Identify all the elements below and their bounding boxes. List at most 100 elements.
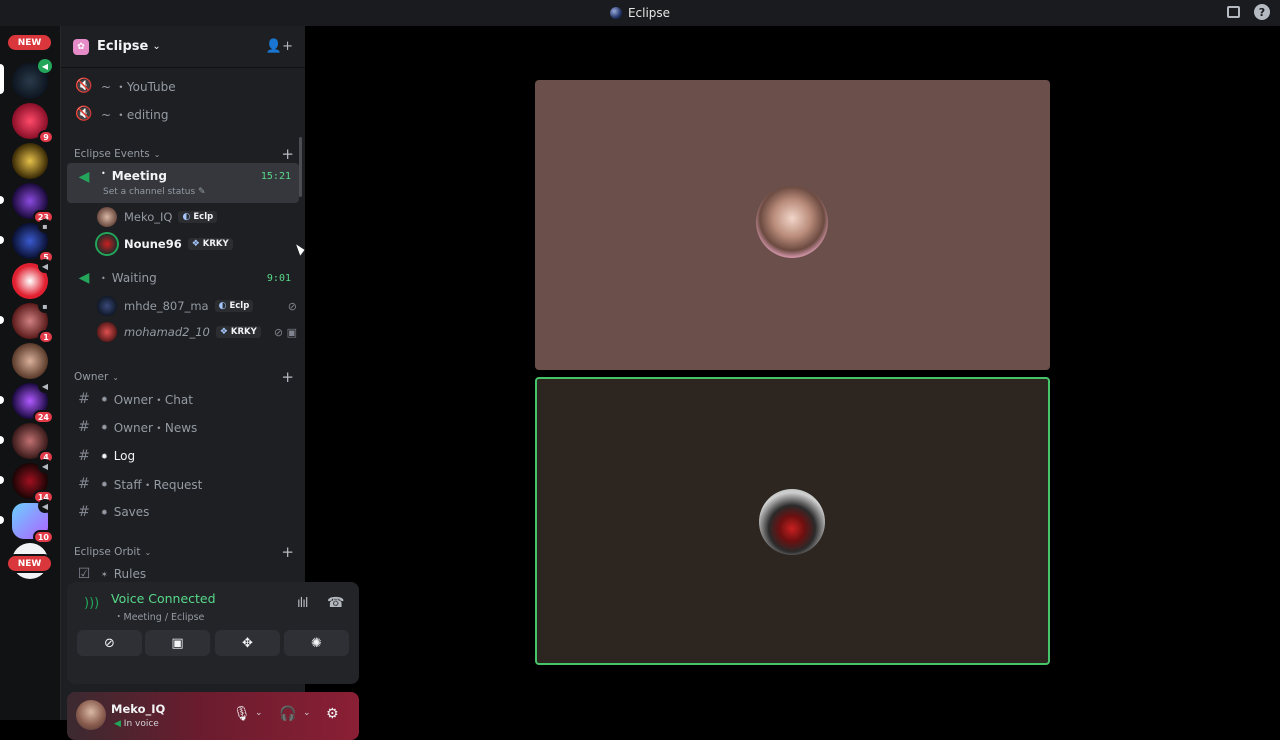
server-item[interactable]: ◀ 24 [12, 379, 54, 424]
category-eclipse-events[interactable]: Eclipse Events ⌄ + [74, 145, 294, 163]
channel-sidebar: ✿ Eclipse ⌄ 👤+ 🔇 ~ ・YouTube 🔇 ~ ・editing… [60, 26, 359, 740]
channel-timer: 15:21 [260, 171, 291, 182]
voice-status-channel[interactable]: ・Meeting / Eclipse [114, 609, 204, 623]
participant-avatar [759, 489, 825, 555]
server-rail: NEW ◀ 9 23 ▪ 5 ◀ ▪ 1 ◀ 24 4 ◀ 14 ◀ 10 NEW [0, 26, 60, 720]
mention-badge: 24 [32, 410, 54, 424]
window-title: Eclipse [609, 6, 671, 20]
mic-muted-icon: ⊘ [287, 299, 297, 313]
voice-channel-icon: ◀ [78, 270, 90, 286]
rules-channel-icon: ☑ [77, 566, 91, 582]
category-label: Eclipse Orbit [74, 546, 141, 558]
channel-status-prompt[interactable]: Set a channel status ✎ [103, 187, 206, 197]
chat-icon: ▪ [38, 219, 52, 233]
mention-badge: 10 [32, 530, 54, 544]
channel-label: Staff・Request [113, 477, 203, 492]
chevron-down-icon: ⌄ [152, 41, 161, 52]
guild-header[interactable]: ✿ Eclipse ⌄ 👤+ [61, 26, 305, 68]
connection-signal-icon[interactable]: ))) [84, 596, 99, 611]
voice-member[interactable]: mohamad2_10 ❖ KRKY ⊘ ▣ [97, 320, 297, 344]
server-item[interactable]: ◀ 14 [12, 459, 54, 504]
channel-timer: 9:01 [266, 272, 291, 284]
activities-button[interactable]: ✥ [215, 630, 280, 656]
mention-badge: 9 [38, 130, 54, 144]
new-unreads-pill-top[interactable]: NEW [6, 33, 53, 52]
screen-share-button[interactable]: ▣ [145, 630, 210, 656]
sidebar-scrollbar[interactable] [299, 137, 302, 197]
server-item[interactable] [12, 343, 48, 379]
voice-member[interactable]: Meko_IQ ◐ Eclp [97, 205, 297, 229]
channel-staff-request[interactable]: # ✹ Staff・Request [67, 471, 299, 497]
server-item[interactable]: 23 [12, 183, 54, 224]
sparkle-icon: ✶ [101, 569, 108, 579]
channel-label: Saves [113, 505, 150, 519]
voice-connected-panel: ))) Voice Connected ・Meeting / Eclipse ı… [67, 582, 359, 684]
channel-label: Meeting [111, 169, 167, 183]
guild-name: Eclipse [97, 39, 149, 54]
create-channel-icon[interactable]: + [281, 543, 294, 561]
channel-youtube[interactable]: 🔇 ~ ・YouTube [67, 73, 299, 99]
avatar [97, 296, 117, 316]
channel-owner-news[interactable]: # ✹ Owner・News [67, 414, 299, 440]
channel-owner-chat[interactable]: # ✹ Owner・Chat [67, 386, 299, 412]
new-unreads-pill-bottom[interactable]: NEW [6, 554, 53, 573]
channel-label: Waiting [111, 271, 157, 285]
avatar [97, 234, 117, 254]
sparkle-icon: ✹ [101, 394, 108, 404]
server-eclipse[interactable]: ◀ [12, 59, 52, 99]
window-titlebar: Eclipse ? [0, 0, 1280, 26]
voice-status-title[interactable]: Voice Connected [111, 591, 216, 606]
channel-meeting[interactable]: ◀ • Meeting 15:21 Set a channel status ✎ [67, 163, 299, 203]
user-avatar[interactable] [76, 700, 106, 730]
video-tile-meko[interactable] [535, 80, 1050, 370]
sparkle-icon: ✹ [101, 422, 108, 432]
chevron-down-icon: ⌄ [112, 372, 119, 382]
selected-server-pill [0, 64, 4, 94]
channel-log[interactable]: # ✹ Log [67, 443, 299, 469]
text-channel-icon: # [78, 419, 90, 435]
voice-member[interactable]: mhde_807_ma ◐ Eclp ⊘ [97, 294, 297, 318]
help-icon[interactable]: ? [1254, 4, 1270, 20]
voice-member[interactable]: Noune96 ❖ KRKY [97, 232, 297, 256]
invite-people-icon[interactable]: 👤+ [266, 39, 293, 54]
server-item[interactable]: ◀ [12, 259, 52, 299]
member-name: Meko_IQ [124, 210, 173, 224]
user-panel: Meko_IQ ◀ In voice 🎙 ⌄ 🎧 ⌄ ⚙ [67, 692, 359, 740]
mic-muted-icon: ⊘ ▣ [273, 325, 297, 339]
channel-editing[interactable]: 🔇 ~ ・editing [67, 101, 299, 127]
unread-pill [0, 396, 4, 404]
participant-avatar [756, 186, 828, 258]
mic-options-chevron-icon[interactable]: ⌄ [255, 708, 263, 718]
speaker-icon: ◀ [38, 499, 52, 513]
server-item[interactable]: ◀ 10 [12, 499, 54, 544]
category-eclipse-orbit[interactable]: Eclipse Orbit ⌄ + [74, 543, 294, 561]
disconnect-icon[interactable]: ☎ [327, 595, 344, 611]
voice-channel-icon: ◀ [78, 169, 90, 185]
create-channel-icon[interactable]: + [281, 368, 294, 386]
channel-label: Owner・Chat [113, 392, 193, 407]
avatar [97, 207, 117, 227]
text-channel-icon: # [78, 476, 90, 492]
category-label: Eclipse Events [74, 148, 150, 160]
noise-suppression-icon[interactable]: ılıl [297, 596, 308, 611]
server-item[interactable]: ▪ 5 [12, 219, 54, 264]
text-channel-icon: # [78, 504, 90, 520]
category-owner[interactable]: Owner ⌄ + [74, 368, 294, 386]
user-name[interactable]: Meko_IQ [111, 702, 165, 716]
create-channel-icon[interactable]: + [281, 145, 294, 163]
window-title-text: Eclipse [627, 6, 671, 20]
audio-options-chevron-icon[interactable]: ⌄ [303, 708, 311, 718]
camera-off-button[interactable]: ⊘ [77, 630, 142, 656]
channel-waiting[interactable]: ◀ • Waiting 9:01 [67, 265, 299, 291]
channel-saves[interactable]: # ✹ Saves [67, 499, 299, 525]
inbox-icon[interactable] [1227, 6, 1240, 18]
server-item[interactable]: ▪ 1 [12, 299, 54, 344]
server-tag: ◐ Eclp [214, 300, 254, 312]
avatar [97, 322, 117, 342]
soundboard-button[interactable]: ✺ [284, 630, 349, 656]
server-item[interactable]: 4 [12, 423, 54, 464]
server-item[interactable] [12, 143, 48, 179]
member-name: mohamad2_10 [124, 325, 210, 339]
video-tile-noune-speaking[interactable] [535, 377, 1050, 665]
server-item[interactable]: 9 [12, 103, 54, 144]
